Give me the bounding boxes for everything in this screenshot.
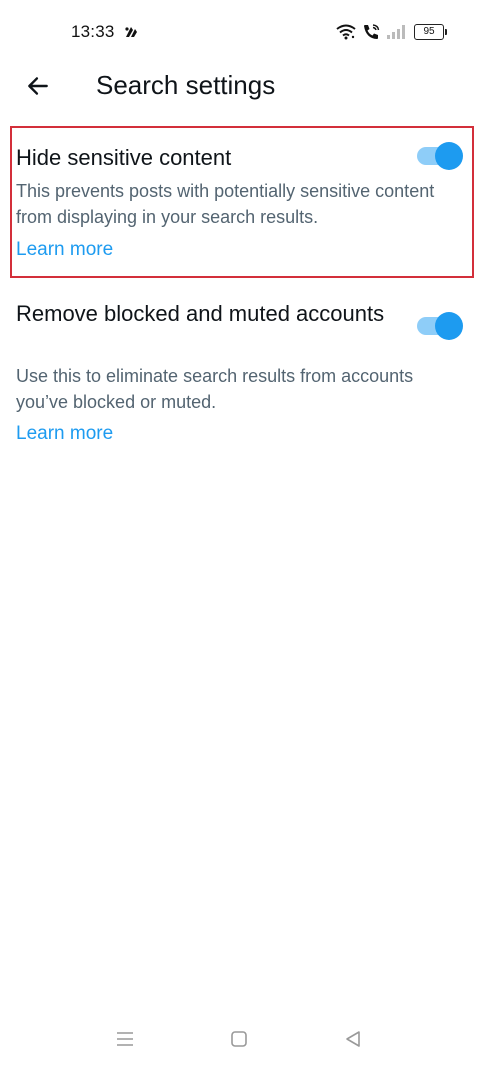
arrow-left-icon (28, 77, 48, 95)
setting-title: Remove blocked and muted accounts (16, 301, 385, 326)
signal-icon (386, 24, 406, 40)
setting-description: This prevents posts with potentially sen… (16, 181, 435, 227)
page-title: Search settings (96, 70, 276, 100)
wifi-call-icon (362, 23, 380, 41)
remove-blocked-muted-toggle[interactable] (417, 312, 463, 340)
setting-description: Use this to eliminate search results fro… (16, 366, 414, 412)
status-bar: 13:33 95 (0, 0, 480, 64)
toggle-knob (435, 142, 463, 170)
setting-title: Hide sensitive content (16, 145, 232, 170)
system-navigation-bar (0, 1010, 480, 1067)
top-app-bar: Search settings (0, 58, 480, 114)
battery-icon: 95 (414, 24, 447, 40)
system-back-button[interactable] (340, 1026, 366, 1052)
menu-icon (117, 1032, 133, 1046)
hide-sensitive-content-toggle[interactable] (417, 142, 463, 170)
setting-remove-blocked-muted[interactable]: Remove blocked and muted accounts Use th… (0, 297, 480, 457)
toggle-knob (435, 312, 463, 340)
home-square-icon (231, 1031, 247, 1047)
recent-apps-button[interactable] (112, 1026, 138, 1052)
home-button[interactable] (226, 1026, 252, 1052)
status-time: 13:33 (71, 22, 115, 41)
app-notification-icon (123, 24, 139, 40)
status-icons: 95 (336, 22, 447, 42)
setting-hide-sensitive-content[interactable]: Hide sensitive content This prevents pos… (0, 126, 480, 278)
back-triangle-icon (346, 1031, 360, 1047)
learn-more-link[interactable]: Learn more (16, 237, 113, 263)
learn-more-link[interactable]: Learn more (16, 421, 113, 447)
wifi-icon (336, 24, 356, 40)
back-button[interactable] (18, 66, 58, 106)
